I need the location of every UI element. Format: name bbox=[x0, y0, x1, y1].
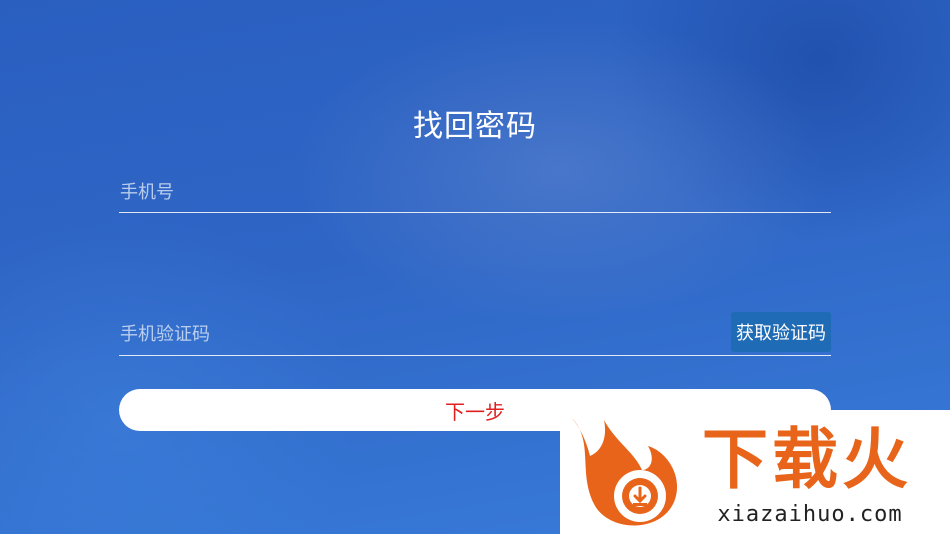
phone-field bbox=[119, 174, 831, 213]
find-password-screen: 找回密码 获取验证码 下一步 下载火 xiazaihuo.com bbox=[0, 0, 950, 534]
watermark-domain: xiazaihuo.com bbox=[717, 502, 903, 527]
get-code-button[interactable]: 获取验证码 bbox=[731, 312, 831, 352]
phone-input[interactable] bbox=[119, 174, 680, 210]
watermark-brand: 下载火 bbox=[702, 421, 912, 498]
watermark: 下载火 xiazaihuo.com bbox=[560, 410, 950, 534]
flame-download-icon bbox=[572, 418, 678, 526]
page-title: 找回密码 bbox=[413, 109, 537, 144]
verification-code-input[interactable] bbox=[119, 316, 680, 352]
code-field: 获取验证码 bbox=[119, 312, 831, 356]
